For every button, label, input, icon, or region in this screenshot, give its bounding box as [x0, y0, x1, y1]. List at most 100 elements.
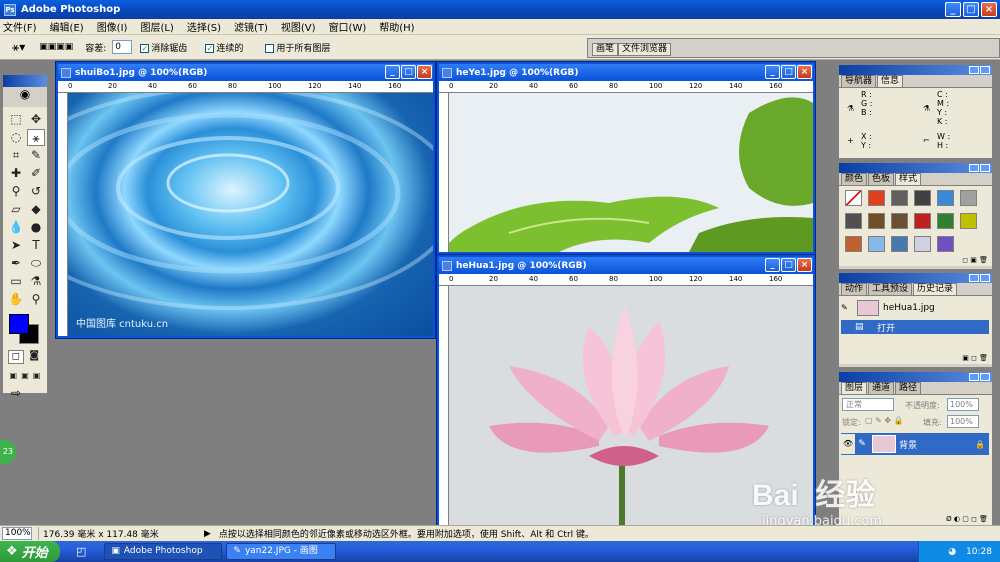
crop-tool-icon[interactable]: ⌗	[7, 147, 25, 164]
menu-edit[interactable]: 编辑(E)	[50, 19, 84, 34]
doc-window-heye[interactable]: heYe1.jpg @ 100%(RGB) _ □ × 0 20 40 60 80 100 12…	[437, 62, 815, 254]
menu-filter[interactable]: 滤镜(T)	[234, 19, 268, 34]
jump-to-imageready-icon[interactable]: ⇨	[3, 384, 47, 402]
close-button[interactable]: ×	[797, 258, 812, 272]
style-swatch[interactable]	[845, 190, 862, 206]
layer-row[interactable]: 👁 ✎ 背景 🔒	[841, 433, 989, 455]
quickmask-mode-icon[interactable]: ◙	[27, 350, 42, 364]
style-swatch[interactable]	[868, 213, 885, 229]
history-brush-icon[interactable]: ↺	[27, 183, 45, 200]
zoom-input[interactable]: 100%	[2, 527, 32, 540]
antialias-checkbox[interactable]: ✓ 消除锯齿	[140, 41, 187, 54]
style-swatch[interactable]	[960, 213, 977, 229]
minimize-button[interactable]: _	[945, 2, 961, 17]
bucket-tool-icon[interactable]: ◆	[27, 201, 45, 218]
style-swatch[interactable]	[914, 190, 931, 206]
tolerance-input[interactable]: 0	[112, 40, 133, 54]
style-swatch[interactable]	[868, 236, 885, 252]
eyedropper-tool-icon[interactable]: ⚗	[27, 273, 45, 290]
minimize-button[interactable]: _	[765, 258, 780, 272]
menu-help[interactable]: 帮助(H)	[379, 19, 414, 34]
style-swatch[interactable]	[845, 213, 862, 229]
minimize-button[interactable]: _	[385, 65, 400, 79]
tab-channels[interactable]: 通道	[868, 382, 895, 394]
tab-info[interactable]: 信息	[877, 75, 904, 87]
blend-mode-select[interactable]: 正常	[842, 398, 894, 411]
style-swatch[interactable]	[891, 213, 908, 229]
selection-mode-icons[interactable]: ▣▣▣▣	[39, 42, 73, 52]
magic-wand-icon[interactable]: ⚹▾	[12, 40, 25, 55]
stamp-tool-icon[interactable]: ⚲	[7, 183, 25, 200]
task-photoshop[interactable]: ▣ Adobe Photoshop	[104, 543, 223, 560]
blur-tool-icon[interactable]: 💧	[7, 219, 25, 236]
maximize-button[interactable]: □	[781, 258, 796, 272]
screen-mode-icon[interactable]: ▣	[8, 370, 19, 382]
brush-source-icon[interactable]: ✎	[841, 303, 853, 312]
fullscreen-icon[interactable]: ▣	[31, 370, 42, 382]
zoom-tool-icon[interactable]: ⚲	[27, 291, 45, 308]
tab-paths[interactable]: 路径	[895, 382, 922, 394]
maximize-button[interactable]: □	[781, 65, 796, 79]
hand-tool-icon[interactable]: ✋	[7, 291, 25, 308]
contiguous-checkbox[interactable]: ✓ 连续的	[205, 41, 243, 54]
tab-swatches[interactable]: 色板	[868, 173, 895, 185]
tab-layers[interactable]: 图层	[841, 382, 868, 394]
tab-styles[interactable]: 样式	[895, 173, 922, 185]
style-swatch[interactable]	[868, 190, 885, 206]
lock-icons[interactable]: ▢ ✎ ✥ 🔒	[865, 416, 904, 425]
style-swatch[interactable]	[891, 190, 908, 206]
menu-image[interactable]: 图像(I)	[97, 19, 128, 34]
style-swatch[interactable]	[937, 190, 954, 206]
notes-tool-icon[interactable]: ▭	[7, 273, 25, 290]
task-paint[interactable]: ✎ yan22.JPG - 画图	[226, 543, 337, 560]
history-step[interactable]: ▤ 打开	[841, 320, 989, 334]
foreground-color[interactable]	[9, 314, 29, 334]
tray-icon[interactable]: ◕	[948, 547, 956, 557]
opacity-input[interactable]: 100%	[947, 398, 979, 411]
healing-tool-icon[interactable]: ✚	[7, 165, 25, 182]
maximize-button[interactable]: □	[963, 2, 979, 17]
tab-brushes[interactable]: 画笔	[592, 43, 619, 56]
menu-file[interactable]: 文件(F)	[3, 19, 37, 34]
dodge-tool-icon[interactable]: ●	[27, 219, 45, 236]
menu-select[interactable]: 选择(S)	[187, 19, 221, 34]
path-select-icon[interactable]: ➤	[7, 237, 25, 254]
fill-input[interactable]: 100%	[947, 415, 979, 428]
close-button[interactable]: ×	[797, 65, 812, 79]
tab-navigator[interactable]: 导航器	[841, 75, 877, 87]
marquee-tool-icon[interactable]: ⬚	[7, 111, 25, 128]
tab-tool-presets[interactable]: 工具预设	[868, 283, 913, 295]
style-swatch[interactable]	[914, 236, 931, 252]
panel-footer-icons[interactable]: ▣ ◻ 🗑	[839, 354, 992, 364]
close-button[interactable]: ×	[981, 2, 997, 17]
type-tool-icon[interactable]: T	[27, 237, 45, 254]
eye-icon[interactable]: 👁	[841, 434, 855, 454]
lasso-tool-icon[interactable]: ◌	[7, 129, 25, 146]
pen-tool-icon[interactable]: ✒	[7, 255, 25, 272]
style-swatch[interactable]	[845, 236, 862, 252]
style-swatch[interactable]	[960, 190, 977, 206]
all-layers-checkbox[interactable]: 用于所有图层	[265, 41, 330, 54]
shape-tool-icon[interactable]: ⬭	[27, 255, 45, 272]
panel-footer-icons[interactable]: ◻ ▣ 🗑	[839, 256, 992, 266]
style-swatch[interactable]	[891, 236, 908, 252]
eraser-tool-icon[interactable]: ▱	[7, 201, 25, 218]
slice-tool-icon[interactable]: ✎	[27, 147, 45, 164]
doc-window-shuibo[interactable]: shuiBo1.jpg @ 100%(RGB) _ □ × 0 20 40 60 80 100…	[56, 62, 435, 338]
history-snapshot[interactable]: ✎ heHua1.jpg	[841, 298, 989, 317]
standard-mode-icon[interactable]: ◻	[8, 350, 24, 364]
tab-color[interactable]: 颜色	[841, 173, 868, 185]
adobe-logo-icon[interactable]: ◉	[3, 87, 47, 107]
triangle-icon[interactable]: ▶	[204, 529, 211, 539]
style-swatch[interactable]	[937, 236, 954, 252]
move-tool-icon[interactable]: ✥	[27, 111, 45, 128]
brush-tool-icon[interactable]: ✐	[27, 165, 45, 182]
close-button[interactable]: ×	[417, 65, 432, 79]
tab-actions[interactable]: 动作	[841, 283, 868, 295]
menu-layer[interactable]: 图层(L)	[140, 19, 173, 34]
style-swatch[interactable]	[937, 213, 954, 229]
fullscreen-menu-icon[interactable]: ▣	[20, 370, 31, 382]
maximize-button[interactable]: □	[401, 65, 416, 79]
magic-wand-tool-icon[interactable]: ⚹	[27, 129, 45, 146]
menu-window[interactable]: 窗口(W)	[329, 19, 367, 34]
